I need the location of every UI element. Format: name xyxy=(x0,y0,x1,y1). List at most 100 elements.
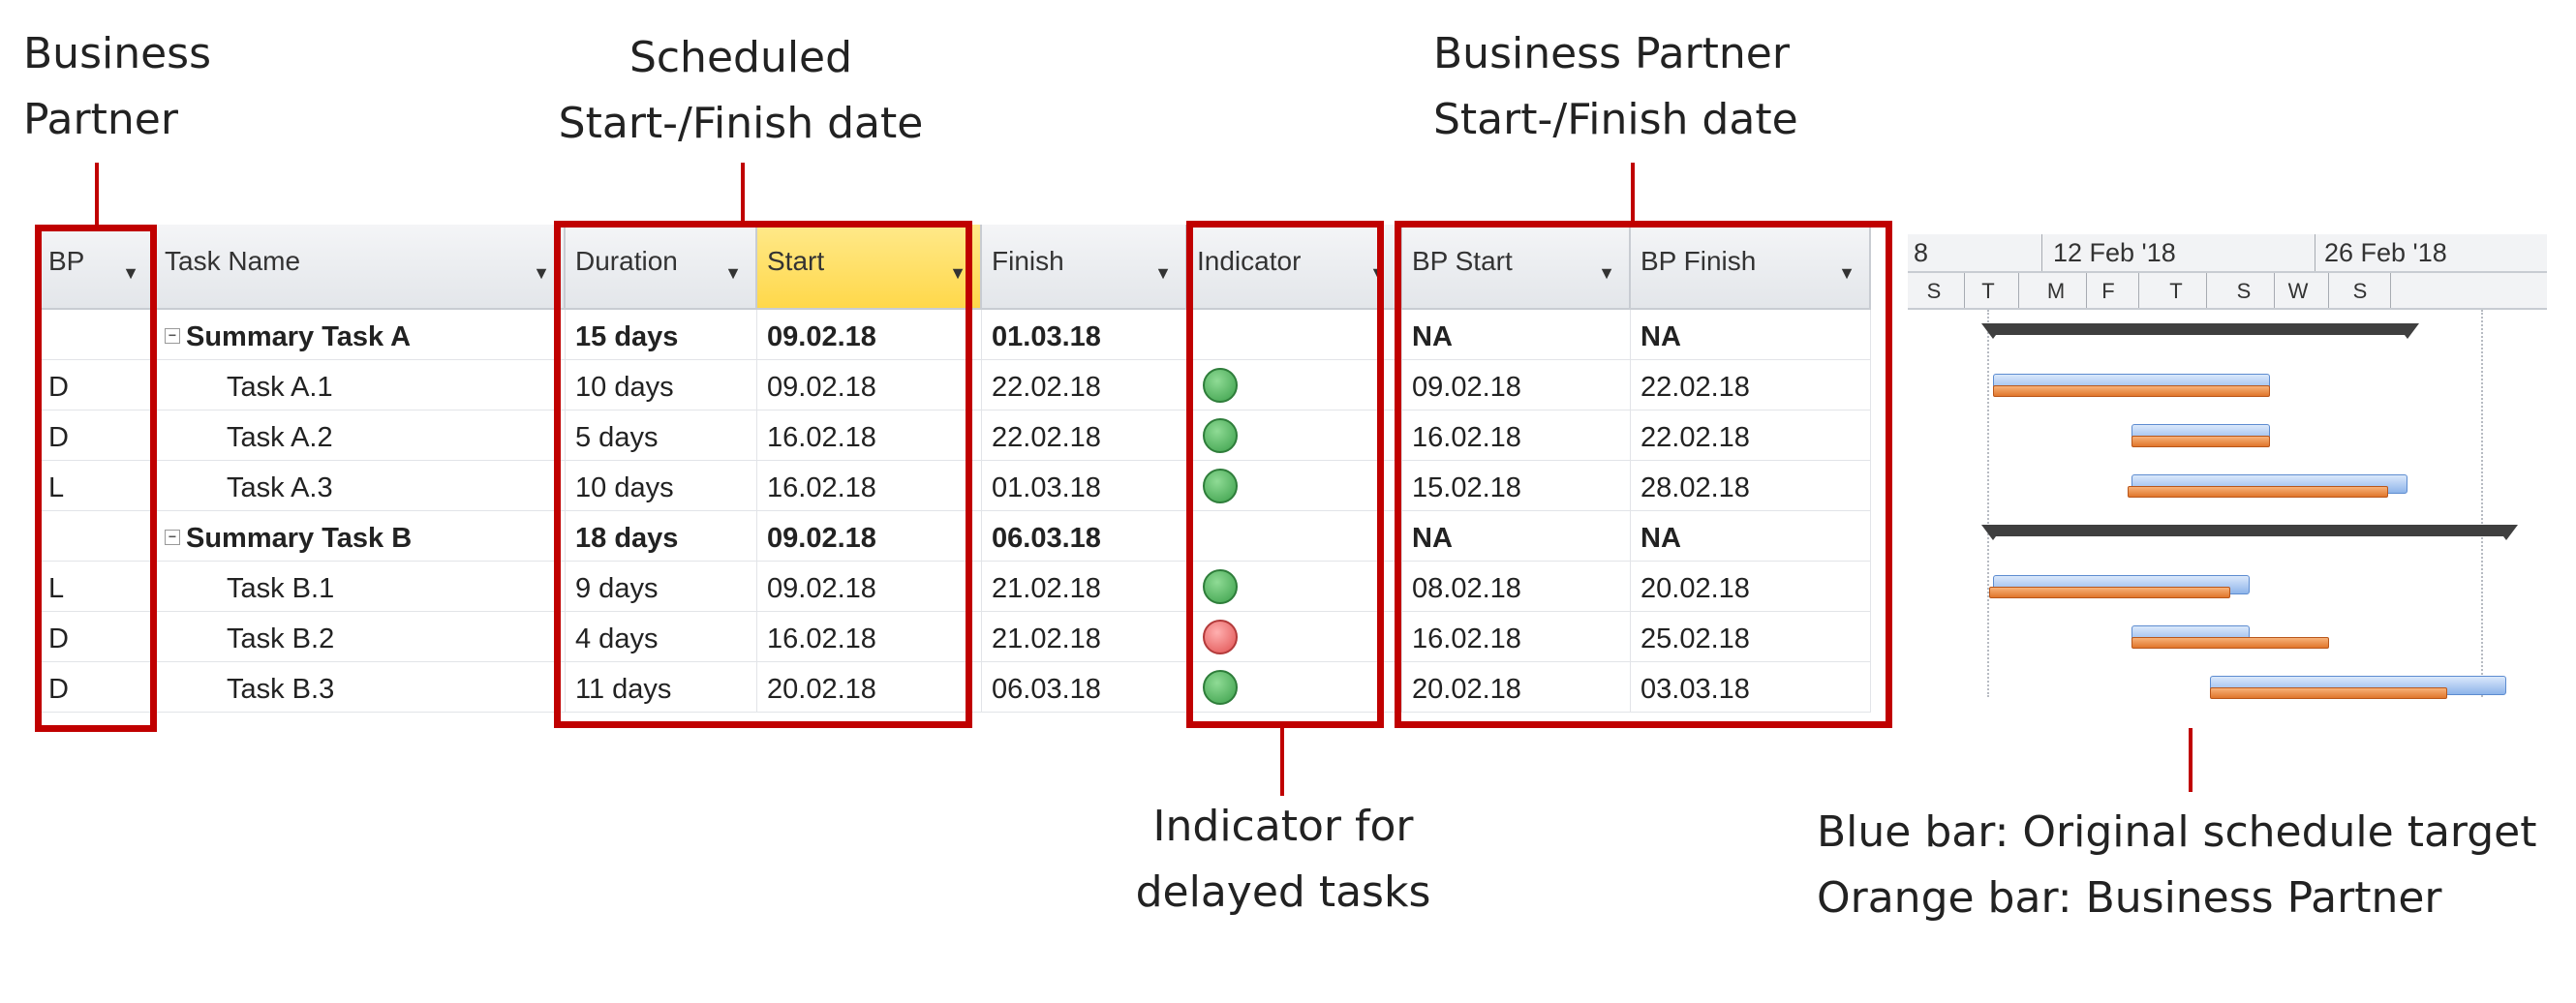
annotation-bp-dates: Business Partner Start-/Finish date xyxy=(1433,21,1798,153)
cell-task[interactable]: − Summary Task B xyxy=(155,511,566,562)
finish-text: 06.03.18 xyxy=(992,674,1101,705)
summary-bar-cap xyxy=(2396,323,2420,339)
annotation-sched-line2: Start-/Finish date xyxy=(558,99,924,148)
timescale-day: S xyxy=(1926,279,1942,303)
annotation-bp-line2: Partner xyxy=(23,95,178,144)
annotation-connector-bp-dates xyxy=(1631,163,1635,227)
cell-finish[interactable]: 22.02.18 xyxy=(982,410,1187,461)
column-header-finish[interactable]: Finish ▼ xyxy=(982,225,1187,310)
bp-bar-orange[interactable] xyxy=(2131,637,2329,649)
cell-finish[interactable]: 22.02.18 xyxy=(982,360,1187,410)
timescale-day-separator xyxy=(2328,273,2329,308)
annotation-ind-line2: delayed tasks xyxy=(1135,867,1431,917)
cell-task[interactable]: Task A.3 xyxy=(155,461,566,511)
timescale-day-separator xyxy=(1964,273,1965,308)
annotation-scheduled-dates: Scheduled Start-/Finish date xyxy=(504,25,978,157)
bp-bar-orange[interactable] xyxy=(1993,385,2270,397)
timescale-week-1: 12 Feb '18 xyxy=(2053,238,2176,267)
task-name-text: Task B.2 xyxy=(227,623,335,654)
column-header-label: Finish xyxy=(992,246,1064,276)
filter-dropdown-icon[interactable]: ▼ xyxy=(1154,263,1172,284)
cell-finish[interactable]: 01.03.18 xyxy=(982,461,1187,511)
annotation-connector-indicator xyxy=(1280,728,1284,796)
bp-bar-orange[interactable] xyxy=(2131,436,2270,447)
bp-bar-orange[interactable] xyxy=(2210,687,2448,699)
annotation-bars: Blue bar: Original schedule target Orang… xyxy=(1817,800,2537,931)
cell-task[interactable]: Task B.2 xyxy=(155,612,566,662)
gantt-chart: 8 12 Feb '18 26 Feb '18 S T M F T S W S xyxy=(1908,225,2547,728)
timeline-gridline xyxy=(2481,310,2483,697)
annotation-ind-line1: Indicator for xyxy=(1152,802,1414,851)
task-name-text: Task A.3 xyxy=(227,472,333,503)
timescale-days: STMFTSWS xyxy=(1908,273,2547,310)
cell-finish[interactable]: 21.02.18 xyxy=(982,562,1187,612)
timescale-day-separator xyxy=(2274,273,2275,308)
annotation-bpdate-line1: Business Partner xyxy=(1433,29,1790,78)
timescale-day: M xyxy=(2046,279,2066,303)
column-header-task[interactable]: Task Name ▼ xyxy=(155,225,566,310)
collapse-toggle-icon[interactable]: − xyxy=(165,328,180,344)
cell-finish[interactable]: 06.03.18 xyxy=(982,662,1187,713)
timescale-day: W xyxy=(2287,279,2309,303)
timescale-week-2: 26 Feb '18 xyxy=(2324,238,2447,267)
annotation-connector-bp xyxy=(95,163,99,227)
timescale-separator xyxy=(2041,234,2042,271)
annotation-bar-line2: Orange bar: Business Partner xyxy=(1817,873,2442,923)
summary-bar-cap xyxy=(2495,525,2519,540)
bp-bar-orange[interactable] xyxy=(2127,486,2388,498)
summary-bar[interactable] xyxy=(1993,525,2507,536)
collapse-toggle-icon[interactable]: − xyxy=(165,530,180,545)
filter-dropdown-icon[interactable]: ▼ xyxy=(533,263,550,284)
highlight-bp-column xyxy=(35,225,157,732)
timescale-day-separator xyxy=(2206,273,2207,308)
timescale-day: T xyxy=(2169,279,2183,303)
finish-text: 21.02.18 xyxy=(992,573,1101,604)
timescale-day-separator xyxy=(2138,273,2139,308)
summary-bar-cap xyxy=(1981,525,2005,540)
annotation-bpdate-line2: Start-/Finish date xyxy=(1433,95,1798,144)
task-name-text: Summary Task B xyxy=(186,523,413,554)
summary-bar-cap xyxy=(1981,323,2005,339)
task-name-text: Task A.1 xyxy=(227,372,333,403)
cell-task[interactable]: Task A.2 xyxy=(155,410,566,461)
cell-task[interactable]: Task B.1 xyxy=(155,562,566,612)
task-name-text: Task B.1 xyxy=(227,573,335,604)
cell-finish[interactable]: 06.03.18 xyxy=(982,511,1187,562)
bp-bar-orange[interactable] xyxy=(1989,587,2230,598)
column-header-label: Task Name xyxy=(165,246,301,276)
cell-task[interactable]: − Summary Task A xyxy=(155,310,566,360)
annotation-bar-line1: Blue bar: Original schedule target xyxy=(1817,807,2537,857)
timescale-day-separator xyxy=(2086,273,2087,308)
finish-text: 21.02.18 xyxy=(992,623,1101,654)
summary-bar[interactable] xyxy=(1993,323,2408,335)
annotation-sched-line1: Scheduled xyxy=(629,33,853,82)
timescale-day: S xyxy=(2236,279,2252,303)
highlight-scheduled-dates xyxy=(554,221,972,728)
timescale-day-separator xyxy=(2018,273,2019,308)
annotation-indicator: Indicator for delayed tasks xyxy=(1123,794,1443,926)
annotation-business-partner: Business Partner xyxy=(23,21,211,153)
finish-text: 01.03.18 xyxy=(992,472,1101,503)
task-name-text: Summary Task A xyxy=(186,321,412,352)
finish-text: 01.03.18 xyxy=(992,321,1101,352)
cell-finish[interactable]: 21.02.18 xyxy=(982,612,1187,662)
timescale-day-separator xyxy=(2390,273,2391,308)
highlight-bp-dates xyxy=(1395,221,1892,728)
task-name-text: Task B.3 xyxy=(227,674,335,705)
annotation-connector-bars xyxy=(2189,728,2193,792)
task-name-text: Task A.2 xyxy=(227,422,333,453)
finish-text: 22.02.18 xyxy=(992,422,1101,453)
timescale-weeks: 8 12 Feb '18 26 Feb '18 xyxy=(1908,234,2547,273)
timescale-day: S xyxy=(2352,279,2368,303)
cell-finish[interactable]: 01.03.18 xyxy=(982,310,1187,360)
timescale-week-0: 8 xyxy=(1914,238,1929,267)
finish-text: 06.03.18 xyxy=(992,523,1101,554)
cell-task[interactable]: Task B.3 xyxy=(155,662,566,713)
finish-text: 22.02.18 xyxy=(992,372,1101,403)
cell-task[interactable]: Task A.1 xyxy=(155,360,566,410)
annotation-bp-line1: Business xyxy=(23,29,212,78)
timescale-day: F xyxy=(2101,279,2115,303)
annotation-connector-scheduled xyxy=(741,163,745,227)
timescale-day: T xyxy=(1981,279,1995,303)
highlight-indicator xyxy=(1186,221,1384,728)
